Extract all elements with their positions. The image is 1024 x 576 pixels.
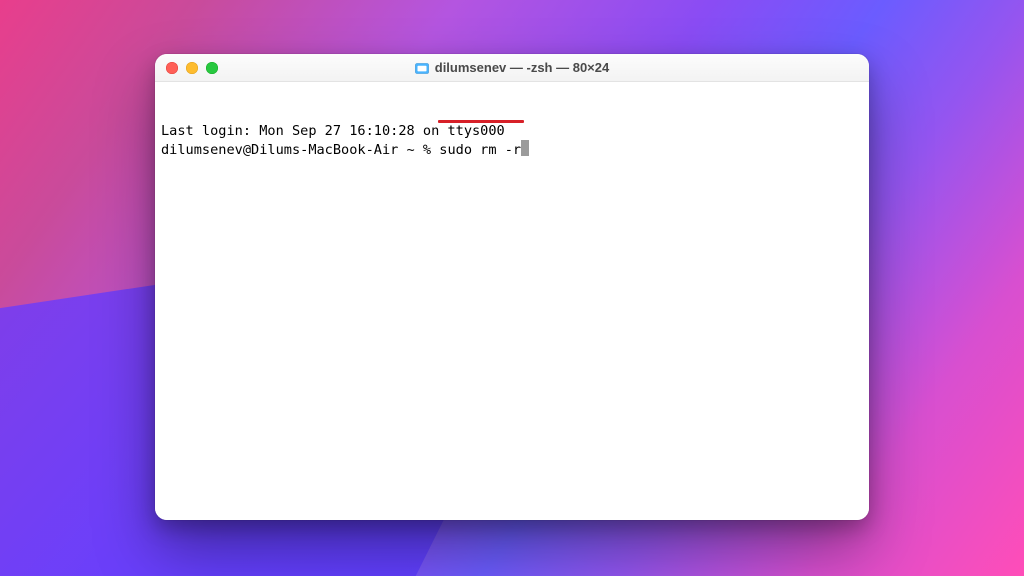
cursor-icon bbox=[521, 140, 529, 156]
home-folder-icon bbox=[415, 62, 429, 74]
terminal-window: dilumsenev — -zsh — 80×24 Last login: Mo… bbox=[155, 54, 869, 520]
shell-prompt: dilumsenev@Dilums-MacBook-Air ~ % bbox=[161, 142, 439, 158]
window-title: dilumsenev — -zsh — 80×24 bbox=[155, 60, 869, 75]
window-titlebar[interactable]: dilumsenev — -zsh — 80×24 bbox=[155, 54, 869, 82]
last-login-line: Last login: Mon Sep 27 16:10:28 on ttys0… bbox=[161, 122, 863, 140]
maximize-icon[interactable] bbox=[206, 62, 218, 74]
annotation-underline bbox=[438, 120, 524, 123]
prompt-line: dilumsenev@Dilums-MacBook-Air ~ % sudo r… bbox=[161, 142, 529, 158]
window-traffic-lights bbox=[155, 62, 218, 74]
minimize-icon[interactable] bbox=[186, 62, 198, 74]
window-title-text: dilumsenev — -zsh — 80×24 bbox=[435, 60, 609, 75]
close-icon[interactable] bbox=[166, 62, 178, 74]
typed-command: sudo rm -r bbox=[439, 142, 521, 158]
terminal-viewport[interactable]: Last login: Mon Sep 27 16:10:28 on ttys0… bbox=[155, 82, 869, 520]
